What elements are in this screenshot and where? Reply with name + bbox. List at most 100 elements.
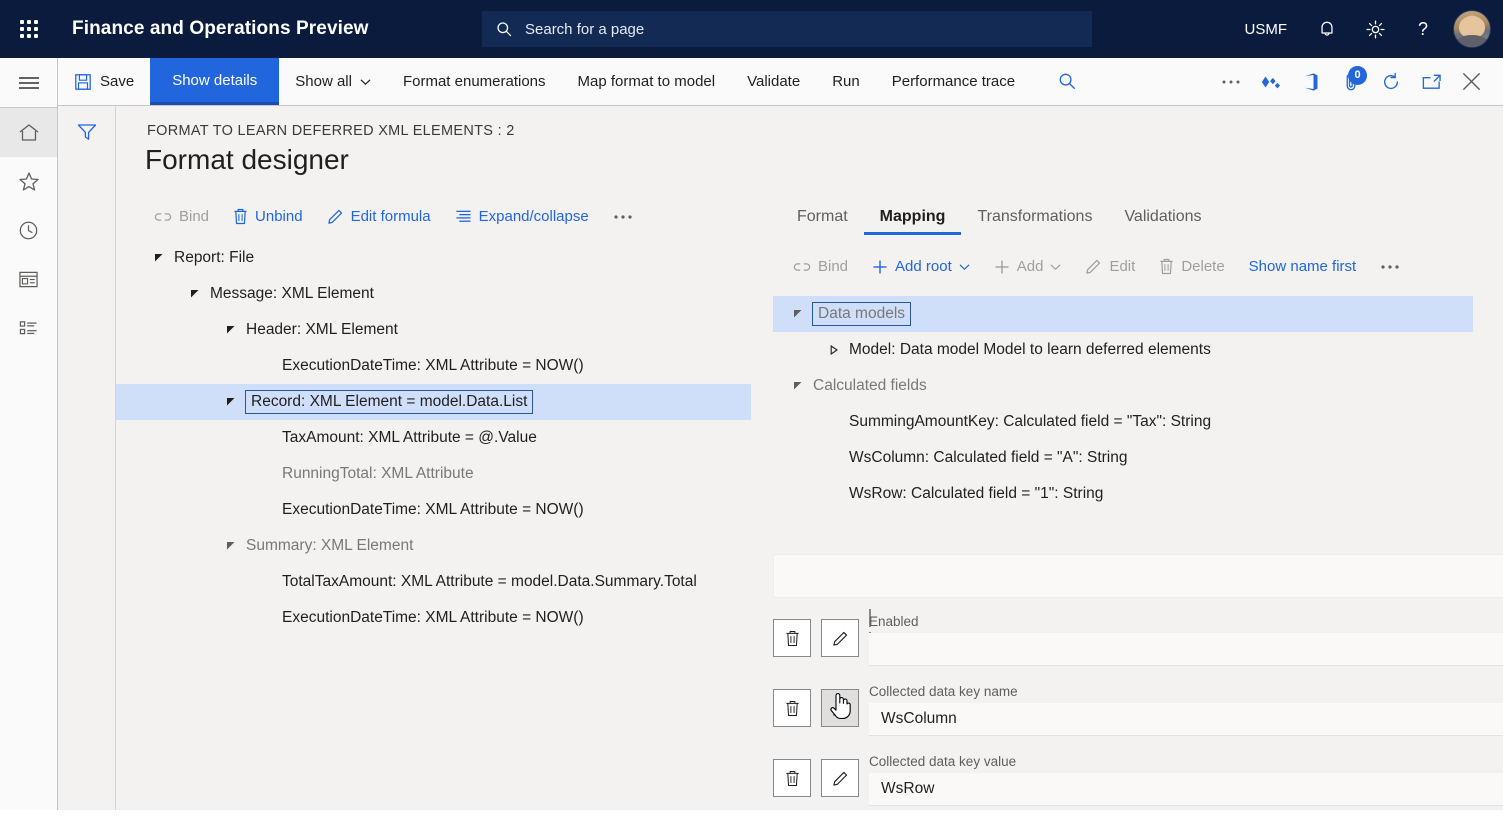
- mapping-add-button[interactable]: Add: [982, 252, 1074, 281]
- mapping-toolbar-label: Add root: [895, 258, 952, 275]
- tree-toggle-arrow[interactable]: [791, 381, 805, 391]
- format-tree-node[interactable]: ExecutionDateTime: XML Attribute = NOW(): [116, 600, 751, 636]
- chevron-expanded-icon: [226, 325, 236, 335]
- mapping-tree-node[interactable]: Model: Data model Model to learn deferre…: [773, 332, 1473, 368]
- mapping-edit-button[interactable]: Edit: [1073, 252, 1147, 281]
- sidebar-item-favorites[interactable]: [0, 157, 57, 206]
- chevron-down-icon: [360, 78, 371, 86]
- svg-text:?: ?: [1418, 19, 1428, 39]
- field-delete-button[interactable]: [773, 689, 811, 727]
- tab-validations[interactable]: Validations: [1108, 202, 1217, 235]
- show-all-menu[interactable]: Show all: [279, 58, 387, 105]
- format-tree-node[interactable]: Record: XML Element = model.Data.List: [116, 384, 751, 420]
- chevron-expanded-icon: [226, 397, 236, 407]
- app-launcher-button[interactable]: [0, 0, 58, 58]
- format-expand-collapse-label: Expand/collapse: [479, 208, 589, 225]
- field-input[interactable]: [869, 633, 1503, 666]
- mapping-show-name-first-button[interactable]: Show name first: [1237, 252, 1369, 281]
- notifications-button[interactable]: [1303, 0, 1351, 58]
- format-tree-node-label: TotalTaxAmount: XML Attribute = model.Da…: [282, 573, 697, 591]
- mapping-delete-button[interactable]: Delete: [1147, 252, 1236, 281]
- save-button[interactable]: Save: [58, 58, 150, 105]
- tab-mapping[interactable]: Mapping: [864, 202, 962, 235]
- plus-icon: [872, 259, 888, 275]
- tree-toggle-arrow[interactable]: [224, 397, 238, 407]
- format-edit-formula-button[interactable]: Edit formula: [315, 202, 443, 231]
- bind-link-icon: [793, 260, 811, 274]
- close-button[interactable]: [1451, 58, 1491, 105]
- sidebar-item-workspaces[interactable]: [0, 255, 57, 304]
- format-tree-node[interactable]: Header: XML Element: [116, 312, 751, 348]
- field-edit-button[interactable]: [821, 619, 859, 657]
- sidebar-item-modules[interactable]: [0, 304, 57, 353]
- format-unbind-button[interactable]: Unbind: [221, 202, 315, 231]
- overflow-menu-button[interactable]: [1211, 58, 1251, 105]
- sidebar-item-home[interactable]: [0, 108, 57, 157]
- tree-toggle-arrow[interactable]: [188, 289, 202, 299]
- open-in-new-window-button[interactable]: [1411, 58, 1451, 105]
- sidebar-item-recent[interactable]: [0, 206, 57, 255]
- run-button[interactable]: Run: [816, 58, 876, 105]
- settings-button[interactable]: [1351, 0, 1399, 58]
- format-tree-node[interactable]: ExecutionDateTime: XML Attribute = NOW(): [116, 492, 751, 528]
- map-format-to-model-button[interactable]: Map format to model: [562, 58, 732, 105]
- field-delete-button[interactable]: [773, 619, 811, 657]
- tree-toggle-arrow[interactable]: [224, 541, 238, 551]
- mapping-tree-node[interactable]: WsRow: Calculated field = "1": String: [773, 476, 1473, 512]
- office-button[interactable]: [1291, 58, 1331, 105]
- hamburger-menu-button[interactable]: [0, 58, 57, 107]
- mapping-filter-box[interactable]: [773, 554, 1503, 598]
- mapping-tree-node[interactable]: WsColumn: Calculated field = "A": String: [773, 440, 1473, 476]
- performance-trace-button[interactable]: Performance trace: [876, 58, 1031, 105]
- format-tree-node[interactable]: Summary: XML Element: [116, 528, 751, 564]
- field-edit-button[interactable]: [821, 689, 859, 727]
- chevron-expanded-icon: [190, 289, 200, 299]
- mapping-tree-node[interactable]: SummingAmountKey: Calculated field = "Ta…: [773, 404, 1473, 440]
- field-input[interactable]: [869, 703, 1503, 736]
- format-tree-node[interactable]: ExecutionDateTime: XML Attribute = NOW(): [116, 348, 751, 384]
- pencil-icon: [327, 208, 344, 225]
- field-row: Collected data key value: [773, 754, 1503, 822]
- format-tree-node[interactable]: TotalTaxAmount: XML Attribute = model.Da…: [116, 564, 751, 600]
- mapping-bind-button[interactable]: Bind: [781, 252, 860, 281]
- field-delete-button[interactable]: [773, 759, 811, 797]
- refresh-button[interactable]: [1371, 58, 1411, 105]
- help-button[interactable]: ?: [1399, 0, 1447, 58]
- format-tree-node[interactable]: Message: XML Element: [116, 276, 751, 312]
- tree-toggle-arrow[interactable]: [224, 325, 238, 335]
- validate-button[interactable]: Validate: [731, 58, 816, 105]
- mapping-tree-node[interactable]: Calculated fields: [773, 368, 1473, 404]
- mapping-tree-node[interactable]: Data models: [773, 296, 1473, 332]
- format-bind-button[interactable]: Bind: [142, 202, 221, 231]
- tree-toggle-arrow[interactable]: [827, 345, 841, 355]
- tree-toggle-arrow[interactable]: [791, 309, 805, 319]
- field-edit-button[interactable]: [821, 759, 859, 797]
- page-title: Format designer: [145, 144, 349, 176]
- mapping--button[interactable]: [1368, 258, 1412, 276]
- avatar[interactable]: [1453, 10, 1491, 48]
- company-selector[interactable]: USMF: [1229, 21, 1304, 38]
- tree-toggle-arrow[interactable]: [152, 253, 166, 263]
- attachments-button[interactable]: 0: [1331, 58, 1371, 105]
- format-tree-node[interactable]: Report: File: [116, 240, 751, 276]
- format-tree-node[interactable]: RunningTotal: XML Attribute: [116, 456, 751, 492]
- tab-format[interactable]: Format: [781, 202, 864, 235]
- show-details-tab[interactable]: Show details: [150, 58, 279, 105]
- tab-transformations[interactable]: Transformations: [961, 202, 1108, 235]
- mapping-tree-node-label: WsColumn: Calculated field = "A": String: [849, 449, 1128, 467]
- format-tree-node[interactable]: TaxAmount: XML Attribute = @.Value: [116, 420, 751, 456]
- list-icon: [18, 319, 39, 338]
- filter-button[interactable]: [58, 106, 115, 158]
- pencil-icon: [832, 770, 849, 787]
- chevron-expanded-icon: [226, 541, 236, 551]
- pane-search-button[interactable]: [1047, 58, 1087, 105]
- personalize-button[interactable]: [1251, 58, 1291, 105]
- top-nav-right-group: USMF ?: [1229, 0, 1503, 58]
- global-search-input[interactable]: Search for a page: [482, 11, 1092, 47]
- field-input[interactable]: [869, 773, 1503, 806]
- format-overflow-button[interactable]: [601, 208, 645, 226]
- format-enumerations-button[interactable]: Format enumerations: [387, 58, 562, 105]
- field-column: Collected data key value: [869, 754, 1503, 806]
- mapping-add-root-button[interactable]: Add root: [860, 252, 982, 281]
- format-expand-collapse-button[interactable]: Expand/collapse: [443, 202, 601, 231]
